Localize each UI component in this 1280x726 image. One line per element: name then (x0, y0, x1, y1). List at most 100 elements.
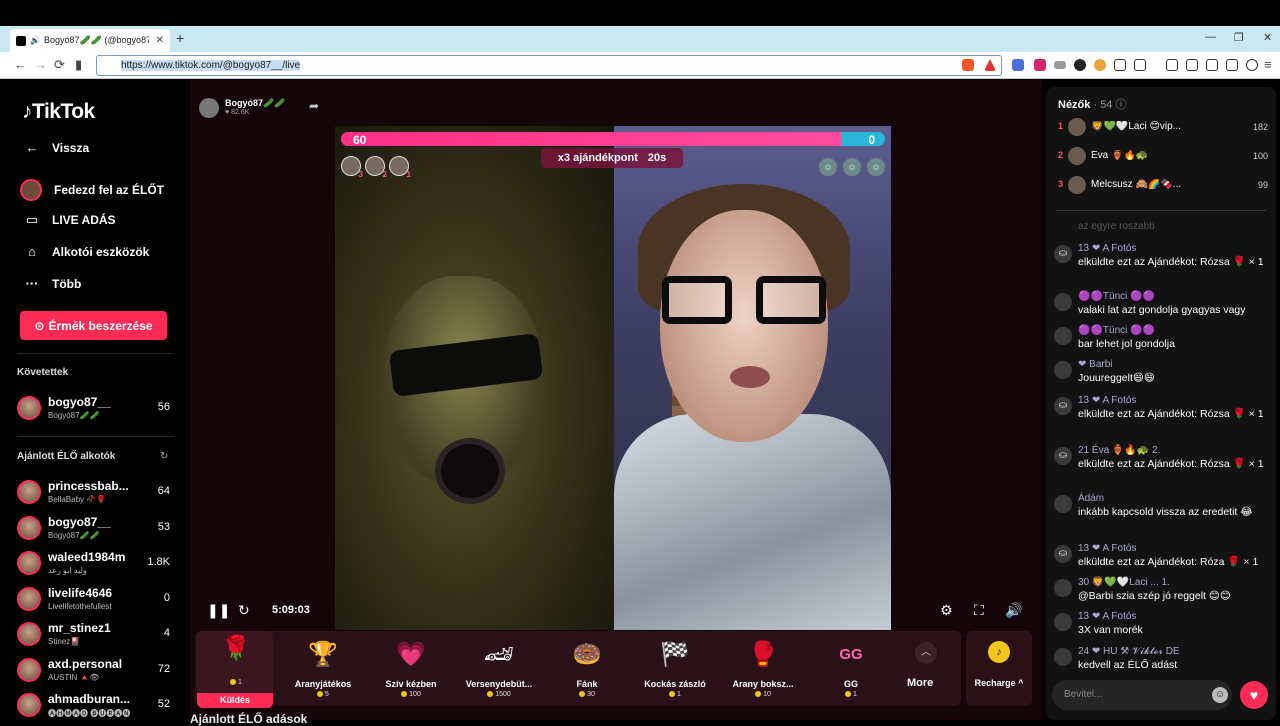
vpn-icon[interactable] (1246, 59, 1258, 71)
tiktok-coin-icon: ♪ (988, 641, 1010, 663)
tab-title: Bogyó87🥒🥒 (@bogyo87__ (43, 35, 149, 45)
recharge-label: Recharge ^ (974, 678, 1024, 688)
gift-item[interactable]: 🏆 Aranyjátékos 5 (284, 631, 362, 706)
account-name: bogyo87__ (48, 514, 111, 529)
volume-icon[interactable]: 🔊 (1005, 602, 1022, 619)
audio-icon[interactable]: 🔊 (30, 36, 40, 45)
music-icon[interactable] (1166, 59, 1178, 71)
gift-item[interactable]: 🥊 Arany boksz... 10 (724, 631, 802, 706)
back-icon[interactable]: ← (14, 57, 27, 72)
bookmark-icon[interactable]: ▮ (75, 57, 82, 73)
viewer-score: 100 (1252, 151, 1268, 161)
more-gifts-label[interactable]: More (907, 677, 933, 689)
info-icon[interactable]: ⓘ (1116, 99, 1127, 111)
avatar (1068, 147, 1086, 165)
share-icon[interactable]: ➦ (309, 99, 319, 113)
close-window-button[interactable]: ✕ (1263, 31, 1272, 44)
nav-back-label: Vissza (52, 140, 90, 155)
nav-back[interactable]: ← Vissza (24, 140, 90, 155)
nav-creator-tools[interactable]: ⌂ Alkotói eszközök (24, 244, 149, 259)
following-account[interactable]: bogyo87__ Bogyó87🥒🥒 56 (17, 393, 177, 425)
recommended-account[interactable]: princessbab... BellaBaby 🥀🌹 64 (17, 477, 177, 509)
avatar (1054, 293, 1072, 311)
gift-price: 1 (812, 691, 890, 698)
gift-icon: GG (839, 646, 863, 663)
chat-username: 🟣🟣Tünci 🟣🟣 (1078, 325, 1156, 336)
pause-icon[interactable]: ❚❚ (207, 602, 230, 619)
nav-more[interactable]: ··· Több (24, 276, 82, 291)
browser-tab[interactable]: 🔊 Bogyó87🥒🥒 (@bogyo87__ ✕ (10, 29, 170, 52)
account-sub: 🅐🅗🅜🅐🅓 🅑🅤🅡🅐🅝 (48, 709, 131, 718)
maximize-button[interactable]: ❐ (1234, 31, 1244, 44)
ext-x-icon[interactable] (1034, 59, 1046, 71)
recommended-account[interactable]: bogyo87__ Bogyó87🥒🥒 53 (17, 513, 177, 545)
refresh-icon[interactable]: ↻ (160, 451, 168, 462)
gift-item[interactable]: 💗 Szív kézben 100 (372, 631, 450, 706)
chat-input[interactable]: Bevitel... (1052, 680, 1232, 710)
wallet-icon[interactable] (1206, 59, 1218, 71)
viewer-count: · 54 (1093, 99, 1113, 111)
gift-icon: ⛀ (1054, 447, 1072, 465)
recommended-account[interactable]: livelife4646 Livelifetothefullest 0 (17, 584, 177, 616)
gift-price: 1 (636, 691, 714, 698)
send-gift-button[interactable]: Küldés (197, 693, 273, 708)
top-viewer-row[interactable]: 1 🦁💚🤍Laci 😊vip... 182 (1058, 117, 1270, 137)
viewer-score: 99 (1257, 180, 1268, 190)
chat-text: @Barbi szia szép jó reggelt 😊😊 (1078, 590, 1231, 602)
brave-shield-icon[interactable] (962, 59, 974, 71)
gift-item[interactable]: 🏁 Kockás zászló 1 (636, 631, 714, 706)
close-tab-icon[interactable]: ✕ (156, 35, 164, 46)
refresh-stream-icon[interactable]: ↻ (238, 602, 250, 619)
gift-item[interactable]: GG GG 1 (812, 631, 890, 706)
color-ext-icon[interactable] (1094, 59, 1106, 71)
nav-explore-live[interactable]: Fedezd fel az ÉLŐT (20, 179, 164, 201)
video-left-host (335, 126, 614, 630)
download-icon[interactable] (1226, 59, 1238, 71)
translate-ext-icon[interactable] (1012, 59, 1024, 71)
chat-username: 13 ❤ A Fotós (1078, 543, 1137, 554)
like-heart-icon[interactable]: ♥ (1240, 681, 1268, 709)
get-coins-button[interactable]: ⊙ Érmék beszerzése (20, 311, 167, 340)
account-name: bogyo87__ (48, 395, 111, 409)
top-gifter-avatar[interactable]: 1 (389, 156, 411, 179)
viewer-rank: 3 (1058, 179, 1064, 189)
settings-icon[interactable]: ⚙ (940, 602, 953, 619)
top-viewer-row[interactable]: 2 Éva 🏺🔥🐢 100 (1058, 146, 1270, 166)
divider (17, 353, 174, 354)
hls-ext-icon[interactable] (1054, 61, 1066, 69)
forward-icon[interactable]: → (34, 57, 47, 72)
bonus-banner: x3 ajándékpont 20s (541, 148, 683, 168)
chat-text: Jouureggelt😄😄 (1078, 372, 1155, 384)
viewers-title[interactable]: Nézők · 54 ⓘ (1058, 96, 1127, 112)
recommended-account[interactable]: waleed1984m وليد ابو رعد 1.8K (17, 548, 177, 580)
top-gifter-avatar[interactable]: 3 (341, 156, 363, 179)
recommended-account[interactable]: mr_stinez1 Stinez🎴 4 (17, 619, 177, 651)
github-ext-icon[interactable] (1074, 59, 1086, 71)
more-gifts-chevron-icon[interactable]: ︿ (915, 642, 937, 664)
reload-icon[interactable]: ⟳ (54, 57, 65, 73)
viewer-count: 52 (157, 698, 170, 710)
account-sub: BellaBaby 🥀🌹 (48, 495, 107, 504)
url-input[interactable]: https://www.tiktok.com/@bogyo87__/live (96, 55, 1002, 76)
emoji-icon[interactable]: ☺ (1212, 687, 1228, 703)
nav-live[interactable]: ▭ LIVE ADÁS (24, 212, 116, 228)
recommended-account[interactable]: axd.personal AUSTIN 🔺👁 72 (17, 655, 177, 687)
url-text: https://www.tiktok.com/@bogyo87__/live (121, 60, 301, 71)
video-player[interactable]: 60 0 x3 ajándékpont 20s 3 2 1 ☺ ☺ ☺ (335, 126, 891, 630)
fullscreen-icon[interactable]: ⛶ (974, 602, 984, 619)
nav-live-label: LIVE ADÁS (52, 213, 116, 227)
gift-item[interactable]: 🍩 Fánk 30 (548, 631, 626, 706)
sidebar-toggle-icon[interactable] (1186, 59, 1198, 71)
menu-icon[interactable]: ≡ (1264, 57, 1272, 72)
top-gifter-avatar[interactable]: 2 (365, 156, 387, 179)
tiktok-logo[interactable]: ♪TikTok (22, 100, 95, 124)
puzzle-icon[interactable] (1134, 59, 1146, 71)
gift-item[interactable]: 🏎 Versenydebüt... 1500 (460, 631, 538, 706)
top-viewer-row[interactable]: 3 Melcsusz 🙈🌈🍫... 99 (1058, 175, 1270, 195)
ext-box-icon[interactable] (1114, 59, 1126, 71)
minimize-button[interactable]: — (1205, 31, 1216, 43)
recommended-account[interactable]: ahmadburan... 🅐🅗🅜🅐🅓 🅑🅤🅡🅐🅝 52 (17, 690, 177, 722)
gift-icon: 🏆 (308, 641, 338, 668)
new-tab-button[interactable]: + (176, 30, 184, 46)
recharge-button[interactable]: ♪ Recharge ^ (966, 631, 1032, 706)
